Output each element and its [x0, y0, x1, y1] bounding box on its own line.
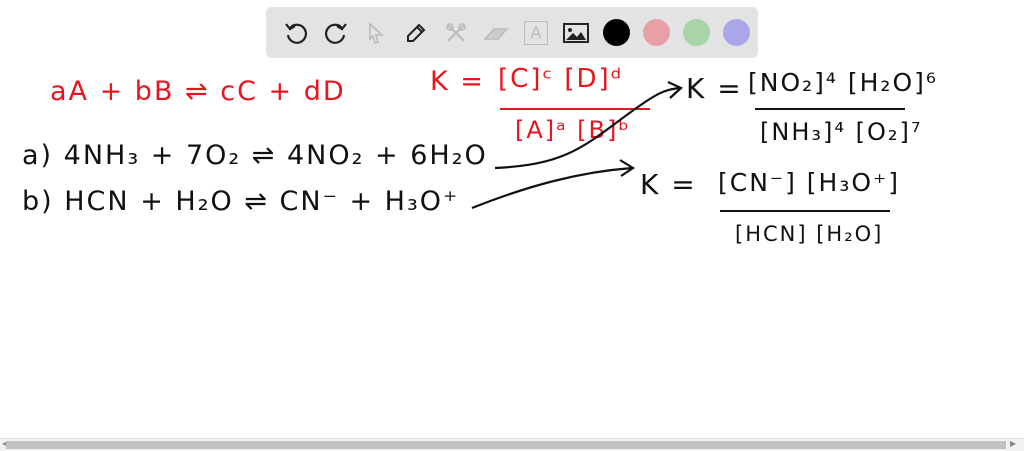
- toolbar: A: [266, 7, 758, 58]
- scrollbar-thumb[interactable]: [6, 441, 1006, 449]
- undo-button[interactable]: [276, 13, 316, 53]
- image-button[interactable]: [556, 13, 596, 53]
- color-red[interactable]: [636, 13, 676, 53]
- select-icon: [369, 21, 385, 44]
- tools-button[interactable]: [436, 13, 476, 53]
- pen-button[interactable]: [396, 13, 436, 53]
- horizontal-scrollbar[interactable]: ◀ ▶: [0, 438, 1024, 451]
- arrow-a: [494, 86, 681, 170]
- color-black[interactable]: [596, 13, 636, 53]
- text-icon: A: [524, 20, 548, 45]
- pen-icon: [407, 23, 426, 42]
- undo-icon: [285, 22, 308, 44]
- arrows: [471, 81, 683, 210]
- canvas[interactable]: aA + bB ⇌ cC + dD K = [C]ᶜ [D]ᵈ [A]ᵃ [B]…: [0, 60, 1024, 438]
- color-green[interactable]: [676, 13, 716, 53]
- arrow-b: [471, 166, 633, 210]
- text-button[interactable]: A: [516, 13, 556, 53]
- tools-icon: [446, 22, 466, 42]
- image-icon: [563, 22, 589, 43]
- select-button[interactable]: [356, 13, 396, 53]
- redo-icon: [324, 22, 347, 44]
- scroll-right-icon[interactable]: ▶: [1010, 439, 1016, 448]
- redo-button[interactable]: [316, 13, 356, 53]
- eraser-button[interactable]: [476, 13, 516, 53]
- eraser-icon: [483, 27, 509, 40]
- color-purple[interactable]: [716, 13, 756, 53]
